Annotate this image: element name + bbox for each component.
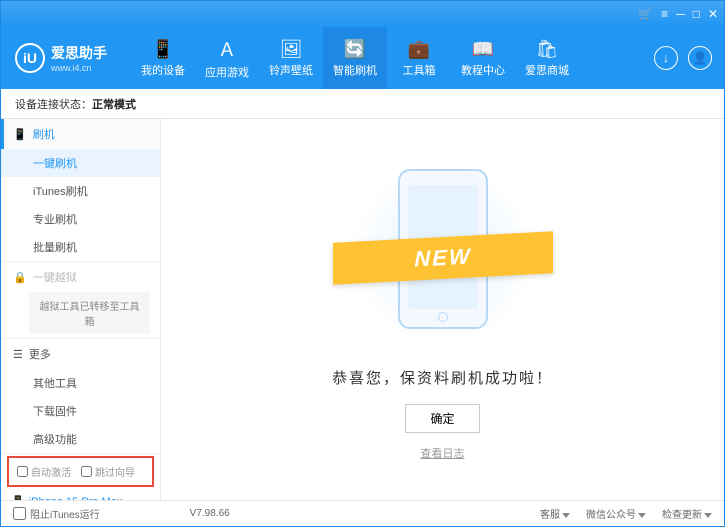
sidebar-item-iTunes刷机[interactable]: iTunes刷机 [1, 177, 160, 205]
footer-link-客服[interactable]: 客服 [540, 506, 570, 521]
phone-icon: 📱 [13, 128, 27, 141]
nav-icon: 📖 [472, 39, 494, 60]
logo: iU 爱思助手 www.i4.cn [1, 43, 121, 73]
nav-icon: 🖼 [280, 39, 303, 60]
sidebar-item-专业刷机[interactable]: 专业刷机 [1, 205, 160, 233]
close-icon[interactable]: ✕ [708, 7, 718, 21]
confirm-button[interactable]: 确定 [405, 404, 479, 433]
nav-label: 工具箱 [403, 62, 436, 78]
sidebar-item-其他工具[interactable]: 其他工具 [1, 369, 160, 397]
nav-label: 我的设备 [141, 62, 185, 78]
titlebar: 🛒 ≡ ─ □ ✕ [1, 1, 724, 27]
nav-爱思商城[interactable]: 🛍 爱思商城 [515, 27, 579, 89]
main-content: NEW 恭喜您，保资料刷机成功啦！ 确定 查看日志 [161, 119, 724, 500]
logo-icon: iU [15, 43, 45, 73]
brand-url: www.i4.cn [51, 63, 107, 73]
nav-label: 智能刷机 [333, 62, 377, 78]
status-value: 正常模式 [92, 96, 136, 112]
success-illustration: NEW [353, 159, 533, 349]
block-itunes-checkbox[interactable]: 阻止iTunes运行 [13, 506, 100, 521]
auto-activate-checkbox[interactable]: 自动激活 [17, 464, 71, 479]
nav-铃声壁纸[interactable]: 🖼 铃声壁纸 [259, 27, 323, 89]
menu-icon[interactable]: ≡ [661, 7, 668, 21]
sidebar-item-批量刷机[interactable]: 批量刷机 [1, 233, 160, 261]
footer-link-微信公众号[interactable]: 微信公众号 [586, 506, 646, 521]
sidebar-section-jailbreak: 🔒 一键越狱 [1, 262, 160, 292]
device-info: 📱iPhone 15 Pro Max 512GB iPhone [1, 489, 160, 500]
version: V7.98.66 [190, 508, 230, 519]
nav-label: 应用游戏 [205, 64, 249, 80]
device-status: 设备连接状态： 正常模式 [1, 89, 724, 119]
nav-icon: 💼 [408, 39, 430, 60]
sidebar-item-一键刷机[interactable]: 一键刷机 [1, 149, 160, 177]
nav-icon: Ａ [218, 36, 236, 62]
nav-label: 铃声壁纸 [269, 62, 313, 78]
success-message: 恭喜您，保资料刷机成功啦！ [332, 367, 553, 388]
sidebar-section-flash[interactable]: 📱 刷机 [1, 119, 160, 149]
download-icon[interactable]: ↓ [654, 46, 678, 70]
nav-智能刷机[interactable]: 🔄 智能刷机 [323, 27, 387, 89]
nav-icon: 🔄 [344, 39, 366, 60]
maximize-icon[interactable]: □ [693, 7, 700, 21]
minimize-icon[interactable]: ─ [676, 7, 685, 21]
skip-guide-checkbox[interactable]: 跳过向导 [81, 464, 135, 479]
nav-我的设备[interactable]: 📱 我的设备 [131, 27, 195, 89]
options-row: 自动激活 跳过向导 [7, 456, 154, 487]
nav-icon: 🛍 [536, 39, 559, 60]
status-label: 设备连接状态： [15, 96, 92, 112]
menu-icon: ☰ [13, 348, 23, 361]
footer: 阻止iTunes运行 V7.98.66 客服 微信公众号 检查更新 [1, 500, 724, 526]
nav-教程中心[interactable]: 📖 教程中心 [451, 27, 515, 89]
shopping-cart-icon[interactable]: 🛒 [638, 7, 653, 21]
user-icon[interactable]: 👤 [688, 46, 712, 70]
lock-icon: 🔒 [13, 271, 27, 284]
jailbreak-note: 越狱工具已转移至工具箱 [29, 292, 150, 334]
nav-icon: 📱 [152, 39, 174, 60]
sidebar-item-高级功能[interactable]: 高级功能 [1, 425, 160, 453]
nav-工具箱[interactable]: 💼 工具箱 [387, 27, 451, 89]
nav-label: 爱思商城 [525, 62, 569, 78]
nav-label: 教程中心 [461, 62, 505, 78]
sidebar: 📱 刷机 一键刷机iTunes刷机专业刷机批量刷机 🔒 一键越狱 越狱工具已转移… [1, 119, 161, 500]
nav-应用游戏[interactable]: Ａ 应用游戏 [195, 27, 259, 89]
sidebar-section-more[interactable]: ☰ 更多 [1, 339, 160, 369]
view-log-link[interactable]: 查看日志 [421, 445, 465, 461]
header: iU 爱思助手 www.i4.cn 📱 我的设备 Ａ 应用游戏 🖼 铃声壁纸 🔄 智能刷机 💼 工… [1, 27, 724, 89]
footer-link-检查更新[interactable]: 检查更新 [662, 506, 712, 521]
sidebar-item-下载固件[interactable]: 下载固件 [1, 397, 160, 425]
brand-name: 爱思助手 [51, 43, 107, 63]
